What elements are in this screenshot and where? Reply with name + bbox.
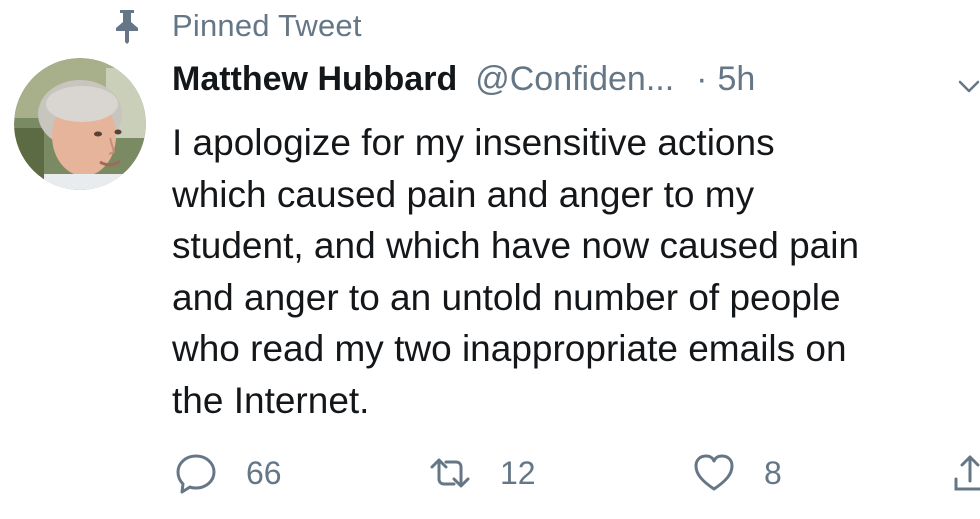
tweet-text-line: and anger to an untold number of people <box>172 276 841 318</box>
retweet-button[interactable]: 12 <box>428 446 536 500</box>
heart-icon <box>692 451 736 495</box>
retweet-count: 12 <box>500 454 536 491</box>
reply-icon <box>174 451 218 495</box>
pinned-label: Pinned Tweet <box>172 8 362 43</box>
reply-button[interactable]: 66 <box>174 446 282 500</box>
like-count: 8 <box>764 454 782 491</box>
pin-icon <box>112 8 142 44</box>
reply-count: 66 <box>246 454 282 491</box>
tweet-text: I apologize for my insensitive actions w… <box>172 117 972 426</box>
share-button[interactable] <box>954 446 980 500</box>
tweet-text-line: I apologize for my insensitive actions <box>172 122 775 163</box>
tweet-text-line: student, and which have now caused pain <box>172 225 860 266</box>
tweet-card[interactable]: Pinned Tweet Matthew Hubbard @Confiden..… <box>0 0 980 519</box>
tweet-timestamp[interactable]: 5h <box>718 60 756 99</box>
author-handle[interactable]: @Confiden... <box>475 60 674 99</box>
author-display-name[interactable]: Matthew Hubbard <box>172 60 457 99</box>
chevron-down-icon[interactable] <box>958 74 980 96</box>
pinned-indicator: Pinned Tweet <box>112 4 362 48</box>
share-icon <box>954 451 980 495</box>
retweet-icon <box>428 451 472 495</box>
tweet-text-line: the Internet. <box>172 379 370 421</box>
tweet-text-line: which caused pain and anger to my <box>172 173 755 215</box>
tweet-header: Matthew Hubbard @Confiden... · 5h <box>172 60 755 110</box>
tweet-actions: 66 12 8 <box>174 446 980 500</box>
header-separator: · <box>696 60 708 98</box>
like-button[interactable]: 8 <box>692 446 782 500</box>
avatar[interactable] <box>14 58 146 190</box>
tweet-text-line: who read my two inappropriate emails on <box>172 328 847 369</box>
